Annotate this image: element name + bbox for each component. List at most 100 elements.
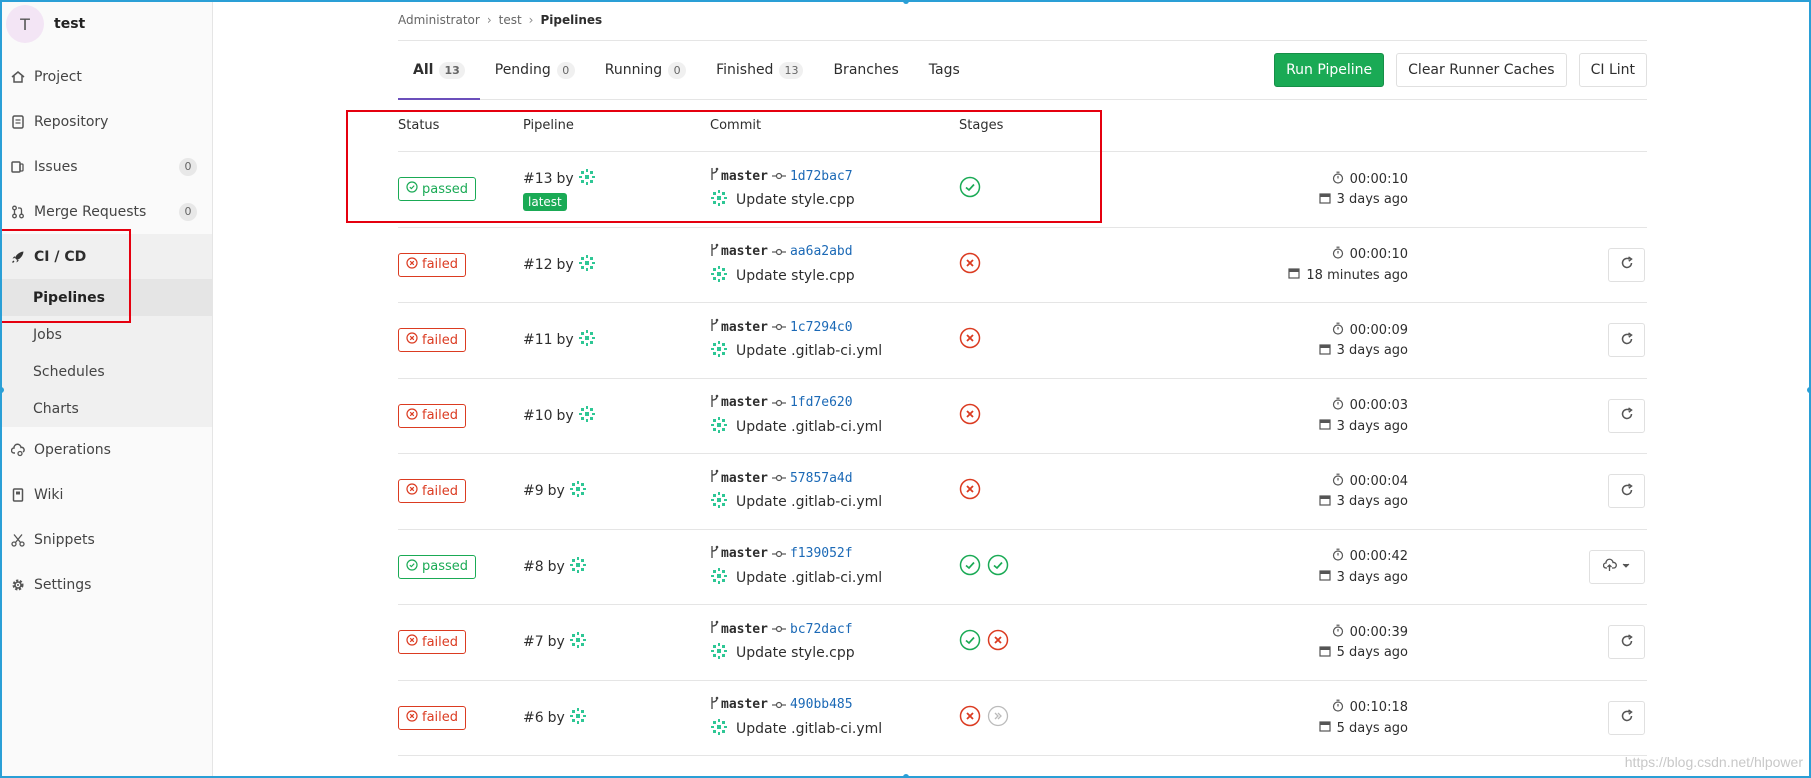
pipeline-id-link[interactable]: #13 — [523, 171, 553, 187]
branch-link[interactable]: master — [721, 546, 768, 561]
user-avatar[interactable] — [569, 631, 587, 653]
sidebar-subitem-schedules[interactable]: Schedules — [2, 353, 212, 390]
commit-message-link[interactable]: Update style.cpp — [736, 192, 855, 208]
stage-failed-icon[interactable] — [959, 478, 981, 504]
commit-message-link[interactable]: Update .gitlab-ci.yml — [736, 494, 882, 510]
sidebar-item-issues[interactable]: Issues 0 — [2, 144, 212, 189]
tab-finished[interactable]: Finished 13 — [701, 41, 818, 99]
author-avatar[interactable] — [710, 642, 728, 664]
stage-success-icon[interactable] — [959, 629, 981, 655]
commit-message-link[interactable]: Update style.cpp — [736, 268, 855, 284]
pipeline-id-link[interactable]: #12 — [523, 257, 553, 273]
commit-message-link[interactable]: Update style.cpp — [736, 645, 855, 661]
commit-message-link[interactable]: Update .gitlab-ci.yml — [736, 343, 882, 359]
retry-button[interactable] — [1608, 323, 1645, 358]
tab-running[interactable]: Running 0 — [590, 41, 701, 99]
breadcrumb-namespace[interactable]: Administrator — [398, 13, 480, 27]
branch-link[interactable]: master — [721, 169, 768, 184]
manual-actions-dropdown[interactable] — [1589, 549, 1645, 584]
status-badge[interactable]: failed — [398, 705, 467, 730]
stage-success-icon[interactable] — [987, 554, 1009, 580]
author-avatar[interactable] — [710, 189, 728, 211]
status-badge[interactable]: passed — [398, 177, 477, 202]
pipeline-id-link[interactable]: #11 — [523, 332, 553, 348]
user-avatar[interactable] — [569, 556, 587, 578]
stage-failed-icon[interactable] — [959, 252, 981, 278]
stage-failed-icon[interactable] — [959, 403, 981, 429]
author-avatar[interactable] — [710, 416, 728, 438]
sidebar-subitem-jobs[interactable]: Jobs — [2, 316, 212, 353]
stage-success-icon[interactable] — [959, 176, 981, 202]
commit-message-link[interactable]: Update .gitlab-ci.yml — [736, 570, 882, 586]
pipeline-id-link[interactable]: #9 — [523, 483, 544, 499]
retry-button[interactable] — [1608, 474, 1645, 509]
branch-link[interactable]: master — [721, 244, 768, 259]
commit-sha-link[interactable]: 490bb485 — [790, 697, 853, 712]
commit-sha-link[interactable]: 1c7294c0 — [790, 320, 853, 335]
project-header[interactable]: T test — [2, 2, 212, 46]
project-avatar[interactable]: T — [6, 5, 44, 43]
status-badge[interactable]: failed — [398, 479, 467, 504]
user-avatar[interactable] — [569, 480, 587, 502]
pipeline-id-link[interactable]: #10 — [523, 408, 553, 424]
branch-link[interactable]: master — [721, 697, 768, 712]
user-avatar[interactable] — [569, 707, 587, 729]
branch-link[interactable]: master — [721, 395, 768, 410]
sidebar-subitem-pipelines[interactable]: Pipelines — [2, 279, 212, 316]
commit-sha-link[interactable]: 57857a4d — [790, 471, 853, 486]
commit-sha-link[interactable]: f139052f — [790, 546, 853, 561]
sidebar-item-settings[interactable]: Settings — [2, 562, 212, 607]
pipeline-id-link[interactable]: #7 — [523, 634, 544, 650]
user-avatar[interactable] — [578, 168, 596, 190]
author-avatar[interactable] — [710, 491, 728, 513]
tab-all[interactable]: All 13 — [398, 41, 480, 100]
retry-button[interactable] — [1608, 700, 1645, 735]
retry-button[interactable] — [1608, 247, 1645, 282]
commit-sha-link[interactable]: bc72dacf — [790, 622, 853, 637]
sidebar-item-operations[interactable]: Operations — [2, 427, 212, 472]
author-avatar[interactable] — [710, 340, 728, 362]
status-badge[interactable]: passed — [398, 554, 477, 579]
sidebar-item-wiki[interactable]: Wiki — [2, 472, 212, 517]
sidebar-item-merge-requests[interactable]: Merge Requests 0 — [2, 189, 212, 234]
tab-pending[interactable]: Pending 0 — [480, 41, 590, 99]
stage-skipped-icon[interactable] — [987, 705, 1009, 731]
branch-link[interactable]: master — [721, 471, 768, 486]
sidebar-item-snippets[interactable]: Snippets — [2, 517, 212, 562]
branch-link[interactable]: master — [721, 320, 768, 335]
user-avatar[interactable] — [578, 254, 596, 276]
commit-message-link[interactable]: Update .gitlab-ci.yml — [736, 721, 882, 737]
breadcrumb-project[interactable]: test — [499, 13, 522, 27]
retry-button[interactable] — [1608, 398, 1645, 433]
commit-sha-link[interactable]: 1fd7e620 — [790, 395, 853, 410]
author-avatar[interactable] — [710, 718, 728, 740]
commit-sha-link[interactable]: 1d72bac7 — [790, 169, 853, 184]
stage-success-icon[interactable] — [959, 554, 981, 580]
branch-link[interactable]: master — [721, 622, 768, 637]
run-pipeline-button[interactable]: Run Pipeline — [1274, 53, 1385, 87]
clear-runner-caches-button[interactable]: Clear Runner Caches — [1396, 53, 1567, 87]
pipeline-id-link[interactable]: #6 — [523, 710, 544, 726]
author-avatar[interactable] — [710, 265, 728, 287]
status-badge[interactable]: failed — [398, 252, 467, 277]
retry-button[interactable] — [1608, 625, 1645, 660]
stage-failed-icon[interactable] — [959, 705, 981, 731]
tab-tags[interactable]: Tags — [914, 41, 975, 99]
sidebar-item-repository[interactable]: Repository — [2, 99, 212, 144]
status-badge[interactable]: failed — [398, 403, 467, 428]
sidebar-item-project[interactable]: Project — [2, 54, 212, 99]
user-avatar[interactable] — [578, 329, 596, 351]
sidebar-item-ci-cd[interactable]: CI / CD — [2, 234, 212, 279]
stage-failed-icon[interactable] — [987, 629, 1009, 655]
user-avatar[interactable] — [578, 405, 596, 427]
ci-lint-button[interactable]: CI Lint — [1578, 53, 1647, 87]
status-badge[interactable]: failed — [398, 328, 467, 353]
breadcrumb-current[interactable]: Pipelines — [540, 13, 602, 27]
author-avatar[interactable] — [710, 567, 728, 589]
project-name[interactable]: test — [54, 16, 85, 32]
sidebar-subitem-charts[interactable]: Charts — [2, 390, 212, 427]
commit-message-link[interactable]: Update .gitlab-ci.yml — [736, 419, 882, 435]
commit-sha-link[interactable]: aa6a2abd — [790, 244, 853, 259]
stage-failed-icon[interactable] — [959, 327, 981, 353]
tab-branches[interactable]: Branches — [818, 41, 913, 99]
